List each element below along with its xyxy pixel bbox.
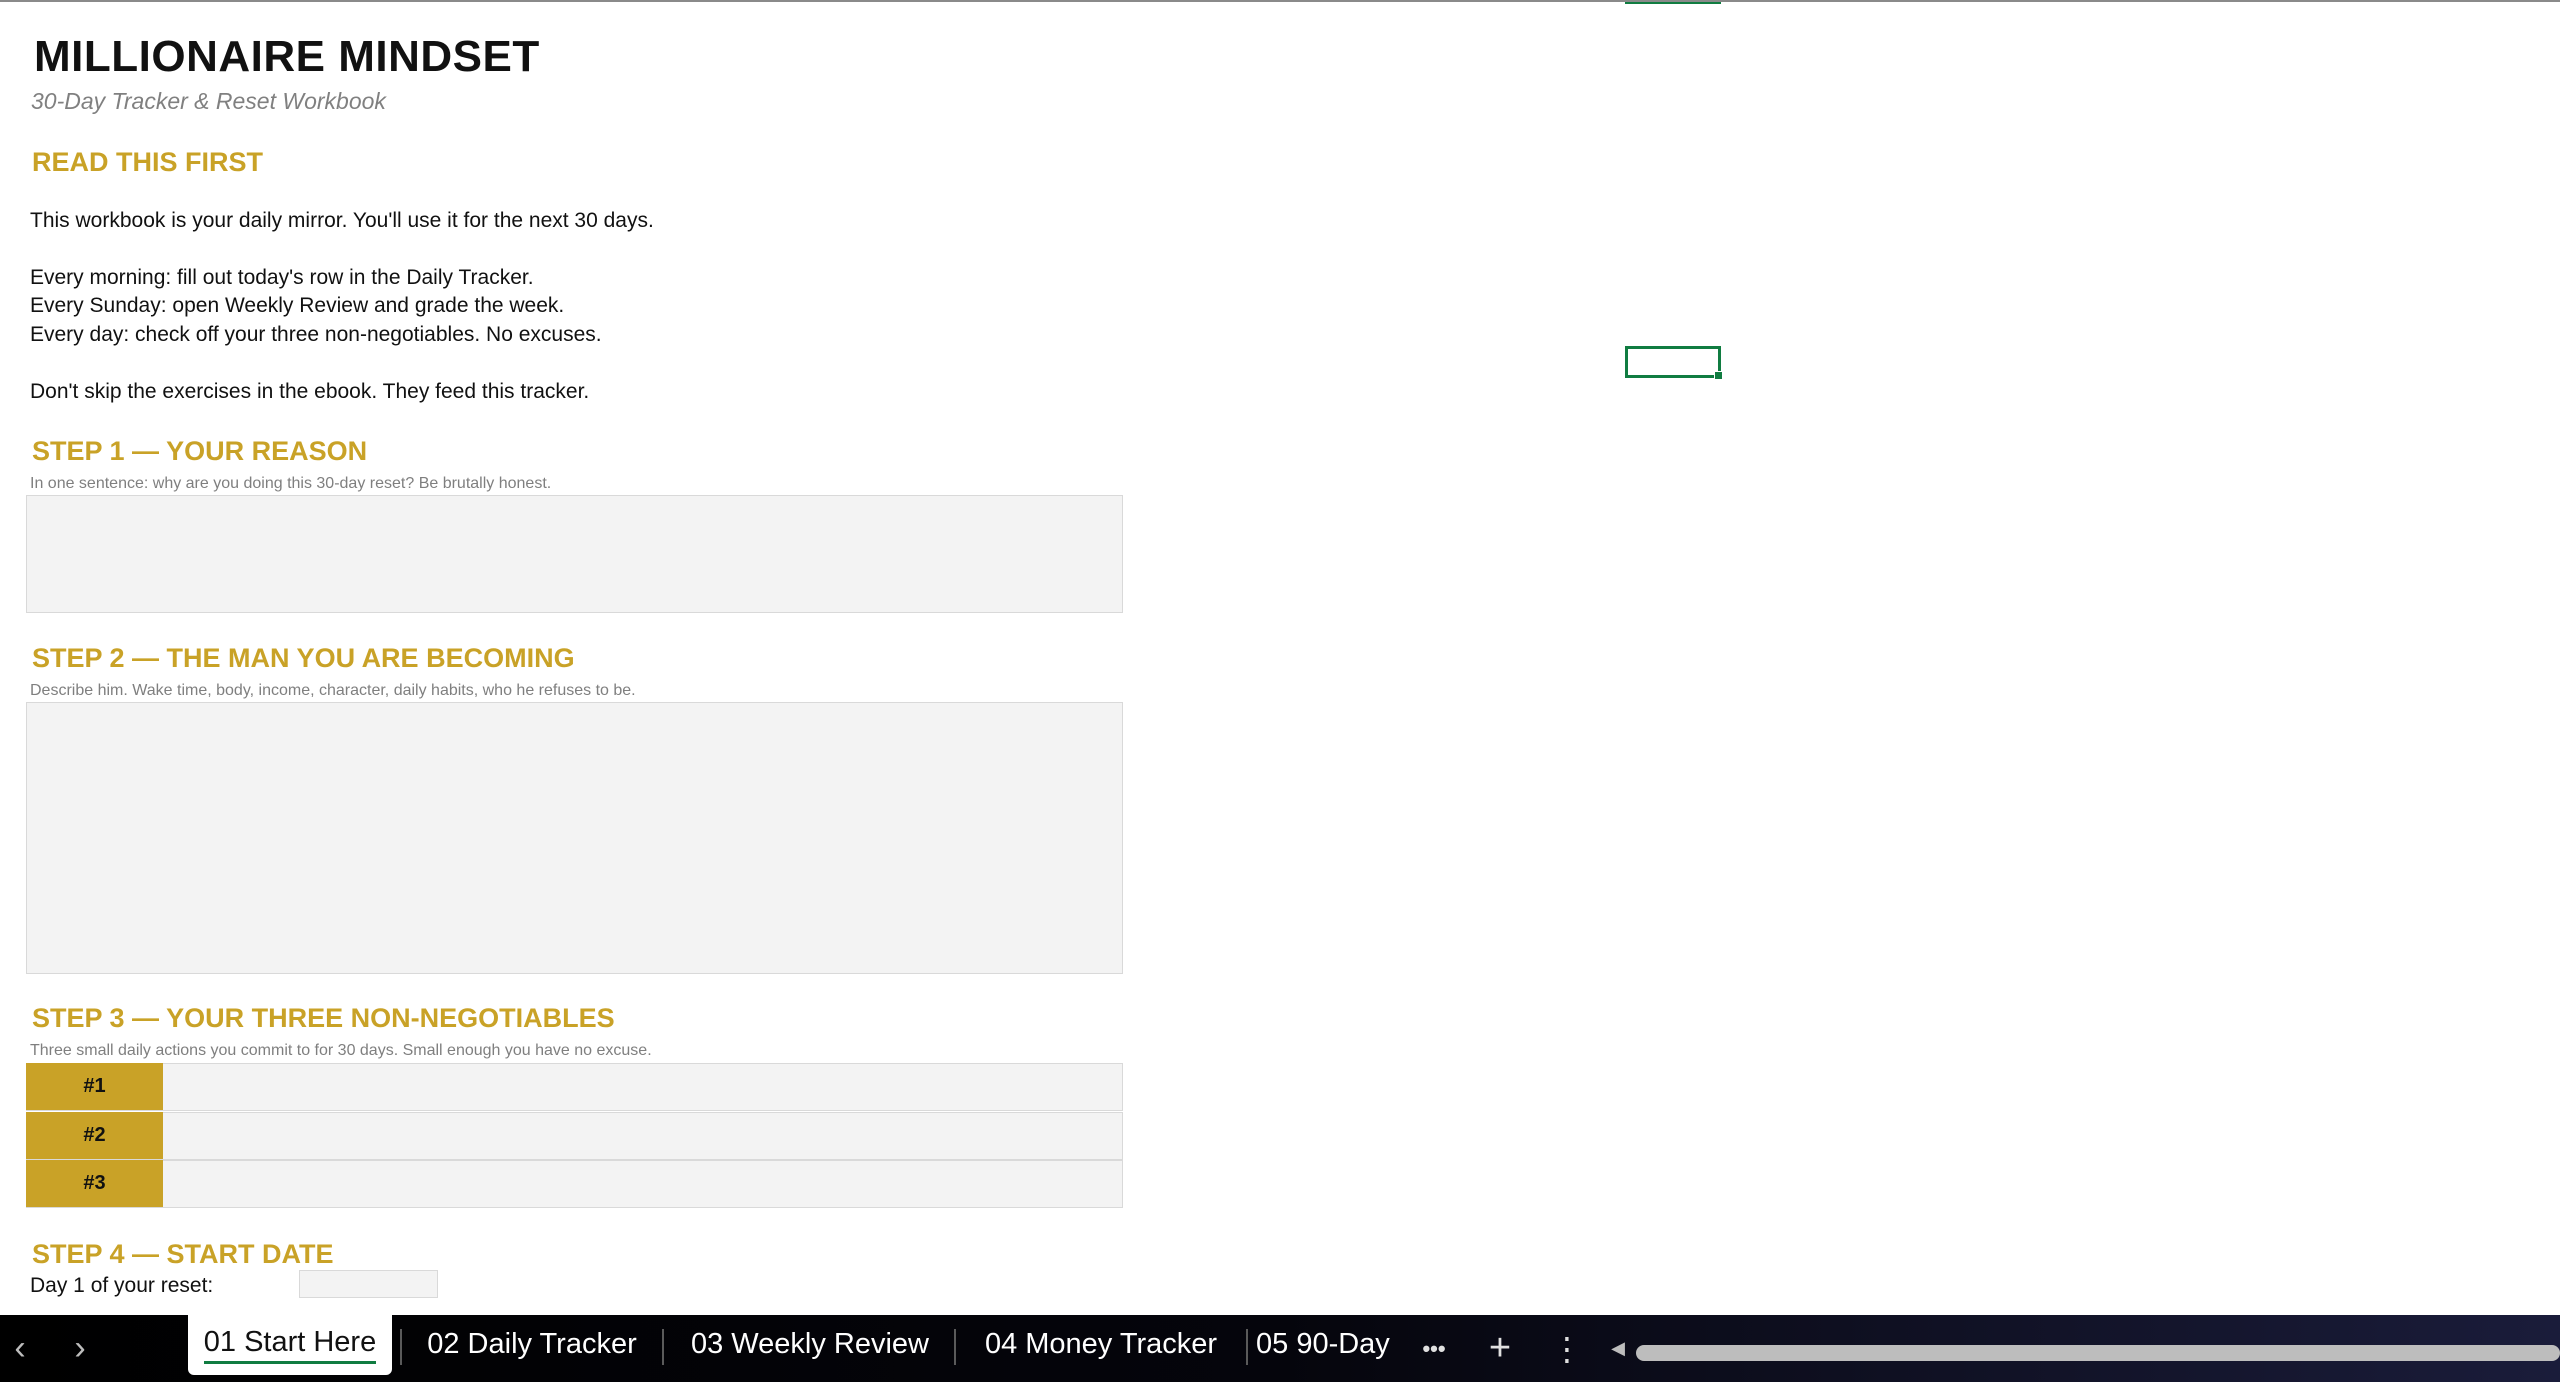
read-first-line-3: Every Sunday: open Weekly Review and gra… [30,294,565,317]
sheet-tab-bar: ‹ › 01 Start Here 02 Daily Tracker 03 We… [0,1315,2560,1382]
non-negotiable-row: #2 [26,1112,1123,1160]
step2-becoming-input[interactable] [26,702,1123,974]
tab-weekly-review[interactable]: 03 Weekly Review [672,1315,948,1373]
step4-heading: STEP 4 — START DATE [32,1239,334,1269]
tab-money-tracker[interactable]: 04 Money Tracker [964,1315,1238,1373]
read-first-line-5: Don't skip the exercises in the ebook. T… [30,380,590,403]
non-negotiable-row: #3 [26,1160,1123,1208]
non-negotiable-number: #3 [26,1160,163,1207]
tab-daily-tracker[interactable]: 02 Daily Tracker [410,1315,654,1373]
tab-separator [954,1329,956,1365]
non-negotiable-row: #1 [26,1063,1123,1111]
fill-handle[interactable] [1714,371,1723,380]
start-date-input[interactable] [299,1270,438,1298]
tab-label: 01 Start Here [203,1326,377,1364]
active-cell-selection[interactable] [1625,346,1723,380]
non-negotiable-number: #2 [26,1112,163,1159]
step2-heading: STEP 2 — THE MAN YOU ARE BECOMING [32,643,575,673]
tab-90-day[interactable]: 05 90-Day [1256,1315,1404,1373]
read-first-heading: READ THIS FIRST [32,147,264,177]
step3-heading: STEP 3 — YOUR THREE NON-NEGOTIABLES [32,1003,615,1033]
step2-hint: Describe him. Wake time, body, income, c… [30,682,636,699]
tab-separator [662,1329,664,1365]
step1-heading: STEP 1 — YOUR REASON [32,436,368,466]
workbook-subtitle: 30-Day Tracker & Reset Workbook [31,88,386,114]
non-negotiable-input[interactable] [163,1063,1123,1110]
step3-hint: Three small daily actions you commit to … [30,1042,652,1059]
horizontal-scrollbar[interactable] [1636,1345,2560,1361]
step1-reason-input[interactable] [26,495,1123,613]
tab-separator [1246,1329,1248,1365]
worksheet-grid[interactable]: MILLIONAIRE MINDSET 30-Day Tracker & Res… [0,0,2560,1315]
step1-hint: In one sentence: why are you doing this … [30,475,552,492]
prev-sheet-button[interactable]: ‹ [0,1315,50,1382]
start-date-label: Day 1 of your reset: [30,1274,214,1297]
add-sheet-button[interactable]: + [1475,1315,1525,1382]
non-negotiable-number: #1 [26,1063,163,1110]
tab-start-here[interactable]: 01 Start Here [188,1315,392,1375]
read-first-line-1: This workbook is your daily mirror. You'… [30,209,654,232]
column-header-accent [1625,2,1721,4]
workbook-title: MILLIONAIRE MINDSET [34,32,540,81]
tab-separator [400,1329,402,1365]
non-negotiable-input[interactable] [163,1160,1123,1207]
more-sheets-button[interactable]: ••• [1410,1315,1458,1382]
read-first-line-4: Every day: check off your three non-nego… [30,323,602,346]
sheet-options-icon[interactable]: ⋮ [1542,1315,1592,1382]
scroll-left-icon[interactable]: ◀ [1600,1315,1636,1382]
next-sheet-button[interactable]: › [50,1315,110,1382]
read-first-line-2: Every morning: fill out today's row in t… [30,266,534,289]
non-negotiable-input[interactable] [163,1112,1123,1159]
